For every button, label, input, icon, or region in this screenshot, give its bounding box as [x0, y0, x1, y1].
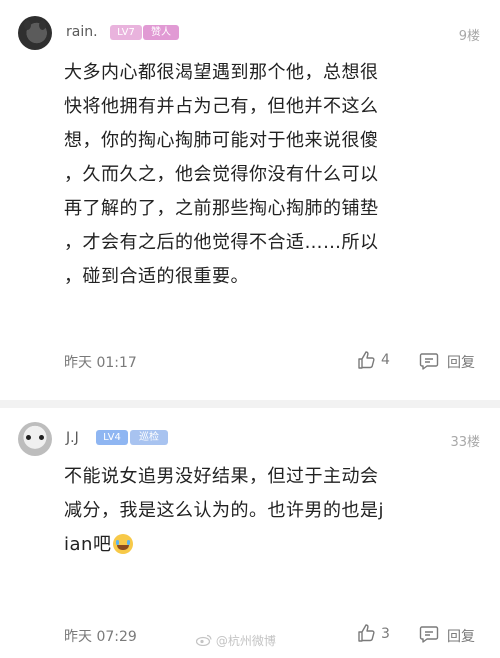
watermark-text: @杭州微博: [215, 634, 276, 648]
avatar-eye: [39, 435, 44, 440]
level-badge: LV7: [110, 25, 142, 40]
role-badge: 巡检: [130, 430, 168, 445]
reply-button[interactable]: 回复: [447, 352, 475, 372]
avatar[interactable]: [18, 16, 52, 50]
level-badge: LV4: [96, 430, 128, 445]
comment-line: 减分，我是这么认为的。也许男的也是j: [64, 500, 384, 521]
avatar-eye: [26, 435, 31, 440]
comment-line: ，久而久之，他会觉得你没有什么可以: [64, 164, 379, 185]
thumbs-up-icon[interactable]: [357, 350, 377, 370]
thumbs-up-icon[interactable]: [357, 623, 377, 643]
reply-icon[interactable]: [419, 624, 439, 644]
comment-line: 大多内心都很渴望遇到那个他，总想很: [64, 62, 379, 83]
comment-line: ian吧: [64, 528, 476, 562]
floor-number: 9楼: [458, 29, 480, 44]
comment-line: 不能说女追男没好结果，但过于主动会: [64, 466, 379, 487]
weibo-logo-icon: [196, 634, 212, 646]
username[interactable]: J.J: [66, 430, 79, 446]
comment-divider: [0, 400, 500, 408]
username[interactable]: rain.: [66, 24, 98, 40]
floor-number: 33楼: [450, 435, 480, 450]
comment-line-text: ian吧: [64, 534, 112, 555]
comment-line: 快将他拥有并占为己有，但他并不这么: [64, 96, 379, 117]
comment-line: 想，你的掏心掏肺可能对于他来说很傻: [64, 130, 379, 151]
comment-line: ，才会有之后的他觉得不合适……所以: [64, 232, 379, 253]
comment-card: rain. LV7 赞人 9楼 大多内心都很渴望遇到那个他，总想很 快将他拥有并…: [0, 0, 500, 400]
role-badge: 赞人: [143, 25, 179, 40]
weibo-watermark: @杭州微博: [196, 632, 276, 652]
timestamp: 昨天 01:17: [64, 355, 137, 371]
avatar-ear: [24, 20, 31, 30]
avatar[interactable]: [18, 422, 52, 456]
avatar-ear: [39, 20, 46, 30]
like-count: 4: [381, 352, 390, 368]
reply-icon[interactable]: [419, 351, 439, 371]
timestamp: 昨天 07:29: [64, 629, 137, 645]
comment-line: ，碰到合适的很重要。: [64, 266, 249, 287]
comment-text: 不能说女追男没好结果，但过于主动会 减分，我是这么认为的。也许男的也是j ian…: [64, 460, 476, 562]
like-count: 3: [381, 626, 390, 642]
comment-line: 再了解的了，之前那些掏心掏肺的铺垫: [64, 198, 379, 219]
reply-button[interactable]: 回复: [447, 626, 475, 646]
laughing-tears-emoji-icon: [113, 534, 134, 554]
comment-card: J.J LV4 巡检 33楼 不能说女追男没好结果，但过于主动会 减分，我是这么…: [0, 408, 500, 658]
comment-text: 大多内心都很渴望遇到那个他，总想很 快将他拥有并占为己有，但他并不这么 想，你的…: [64, 56, 476, 294]
